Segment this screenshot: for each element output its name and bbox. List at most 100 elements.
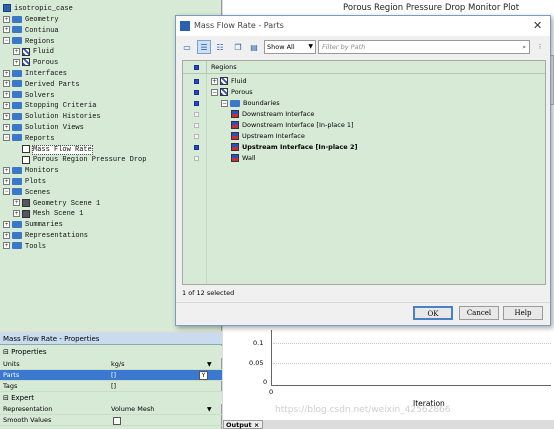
tree-item[interactable]: + Geometry Scene 1 [13,198,100,210]
expand-icon[interactable]: + [13,199,20,207]
part-checkbox[interactable] [194,123,199,128]
folder-icon [12,102,22,110]
expand-icon[interactable]: + [3,102,10,110]
expand-icon[interactable]: + [13,210,20,218]
watermark: https://blog.csdn.net/weixin_42562866 [275,405,451,415]
parts-dialog: Mass Flow Rate - Parts ✕ ▭ ☰ ☷ ❐ ▤ Show … [175,15,551,326]
tree-item[interactable]: + Monitors [3,166,59,177]
close-icon[interactable]: ✕ [533,16,542,36]
prop-name: Smooth Values [3,416,52,424]
region-icon [22,58,30,67]
tree-item[interactable]: + Plots [3,177,46,188]
part-checkbox[interactable] [194,134,199,139]
tree-item[interactable]: + Solution Histories [3,112,101,123]
scene-icon [22,198,30,207]
part-checkbox[interactable] [194,79,199,84]
ok-button[interactable]: OK [413,306,453,320]
part-node[interactable]: + Fluid [211,76,247,87]
expand-icon[interactable]: + [3,15,10,23]
part-node-label: Fluid [231,77,247,85]
prop-row-parts[interactable]: Parts [] Y [0,370,222,381]
prop-row-representation[interactable]: Representation Volume Mesh ▼ [0,404,222,415]
prop-row-smooth-values[interactable]: Smooth Values [0,415,222,426]
collapse-icon[interactable]: − [3,134,10,142]
part-checkbox[interactable] [194,156,199,161]
tree-item[interactable]: + Solvers [3,91,54,102]
collapse-icon[interactable]: − [221,99,228,107]
comment-icon[interactable]: ▭ [180,40,194,54]
properties-section[interactable]: ⊟ Properties [0,346,222,358]
expand-icon[interactable]: + [3,231,10,239]
header-checkbox[interactable] [194,65,199,70]
smooth-values-checkbox[interactable] [113,417,121,425]
expand-icon[interactable]: + [3,177,10,185]
show-all-select[interactable]: Show All ▼ [264,40,316,54]
part-node[interactable]: Upstream Interface [231,131,305,142]
layers-icon[interactable]: ▤ [247,40,261,54]
expand-icon[interactable]: + [3,123,10,131]
tree-item[interactable]: + Stopping Criteria [3,101,96,112]
help-button[interactable]: Help [503,306,543,320]
cancel-button[interactable]: Cancel [459,306,499,320]
expand-icon[interactable]: + [3,112,10,120]
report-icon [22,144,30,153]
tree-item[interactable]: + Summaries [3,220,63,231]
tree-root[interactable]: isotropic_case [3,4,73,15]
expand-icon[interactable]: + [13,48,20,56]
part-node[interactable]: Downstream Interface [231,109,314,120]
tree-item-label: Porous Region Pressure Drop [33,156,147,165]
part-node[interactable]: Upstream Interface [In-place 2] [231,142,357,153]
tree-item[interactable]: Mass Flow Rate [13,144,93,156]
part-node[interactable]: − Porous [211,87,253,98]
part-checkbox[interactable] [194,112,199,117]
expand-icon[interactable]: + [3,242,10,250]
tree-item-label: Solution Histories [25,113,101,122]
tree-item[interactable]: + Fluid [13,47,54,58]
tree-item[interactable]: − Regions [3,37,54,48]
part-node[interactable]: − Boundaries [221,98,280,109]
tree-item[interactable]: + Interfaces [3,69,67,80]
part-checkbox[interactable] [194,101,199,106]
expert-section[interactable]: ⊟ Expert [0,392,222,404]
collapse-icon[interactable]: − [3,188,10,196]
list-view-icon[interactable]: ☷ [213,40,227,54]
tree-item-label: Continua [25,26,59,35]
tree-item[interactable]: − Scenes [3,188,50,199]
filter-icon[interactable]: Y [199,371,208,380]
tree-item[interactable]: + Geometry [3,15,59,26]
expand-icon[interactable]: + [211,77,218,85]
prop-row-tags[interactable]: Tags [] [0,381,222,392]
part-checkbox[interactable] [194,90,199,95]
dropdown-arrow-icon[interactable]: ▼ [207,359,212,370]
filter-path-input[interactable]: Filter by Path ⌕ [318,40,530,54]
tree-item[interactable]: + Solution Views [3,123,84,134]
prop-value: Volume Mesh [111,405,155,413]
tree-item[interactable]: + Mesh Scene 1 [13,209,83,220]
expand-icon[interactable]: + [3,26,10,34]
part-node[interactable]: Downstream Interface [In-place 1] [231,120,354,131]
expand-icon[interactable]: + [3,80,10,88]
dropdown-arrow-icon[interactable]: ▼ [207,404,212,415]
tree-item[interactable]: Porous Region Pressure Drop [13,155,146,166]
part-checkbox[interactable] [194,145,199,150]
expand-icon[interactable]: + [3,69,10,77]
prop-row-units[interactable]: Units kg/s ▼ [0,359,222,370]
tree-item[interactable]: − Reports [3,134,54,145]
tree-item[interactable]: + Derived Parts [3,80,80,91]
tab-output[interactable]: Output × [223,420,263,429]
copy-icon[interactable]: ❐ [231,40,245,54]
search-icon[interactable]: ⌕ [522,41,526,53]
expand-icon[interactable]: + [3,91,10,99]
collapse-icon[interactable]: − [211,88,218,96]
tree-item[interactable]: + Continua [3,26,59,37]
part-node[interactable]: Wall [231,153,256,164]
tree-item[interactable]: + Porous [13,58,58,69]
filter-options-icon[interactable]: ⁝ [533,40,547,54]
tree-item[interactable]: + Tools [3,242,46,253]
expand-icon[interactable]: + [13,58,20,66]
collapse-icon[interactable]: − [3,37,10,45]
tree-item[interactable]: + Representations [3,231,88,242]
tree-view-icon[interactable]: ☰ [197,40,211,54]
expand-icon[interactable]: + [3,166,10,174]
expand-icon[interactable]: + [3,220,10,228]
